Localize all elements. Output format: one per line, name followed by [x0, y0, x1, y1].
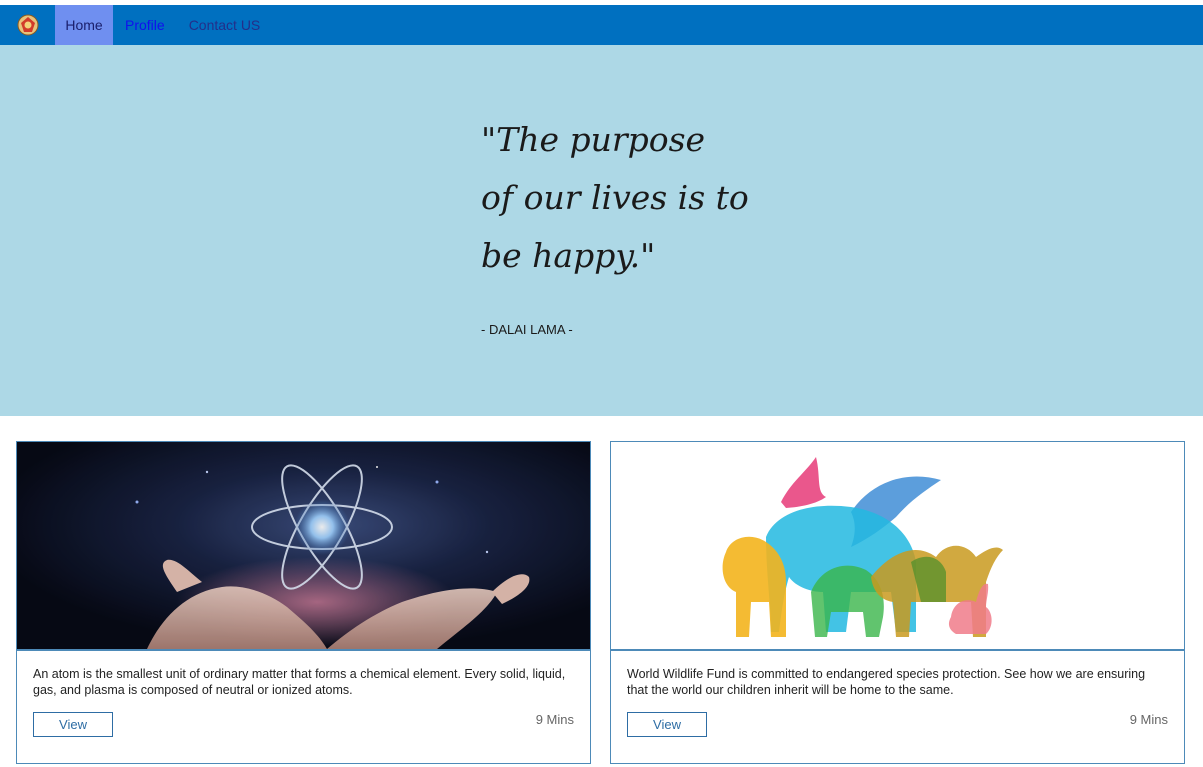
read-duration: 9 Mins	[1129, 712, 1168, 727]
view-button[interactable]: View	[33, 712, 113, 737]
hero-quote: "The purpose of our lives is to be happy…	[481, 120, 749, 275]
nav-contact-link[interactable]: Contact US	[177, 5, 273, 45]
emblem-logo-icon	[17, 14, 38, 36]
logo[interactable]	[0, 5, 55, 45]
top-navbar: Home Profile Contact US	[0, 5, 1203, 45]
nav-profile-link[interactable]: Profile	[113, 5, 177, 45]
wildlife-animals-image	[611, 442, 1184, 651]
view-button[interactable]: View	[627, 712, 707, 737]
article-card-atom: An atom is the smallest unit of ordinary…	[16, 441, 591, 764]
card-description: World Wildlife Fund is committed to enda…	[627, 667, 1146, 697]
read-duration: 9 Mins	[535, 712, 574, 727]
nav-home-link[interactable]: Home	[55, 5, 113, 45]
atom-hands-image	[17, 442, 590, 651]
hero-quote-author: - DALAI LAMA -	[481, 322, 573, 337]
article-card-wildlife: World Wildlife Fund is committed to enda…	[610, 441, 1185, 764]
card-description: An atom is the smallest unit of ordinary…	[33, 667, 566, 697]
hero-banner: "The purpose of our lives is to be happy…	[0, 45, 1203, 416]
